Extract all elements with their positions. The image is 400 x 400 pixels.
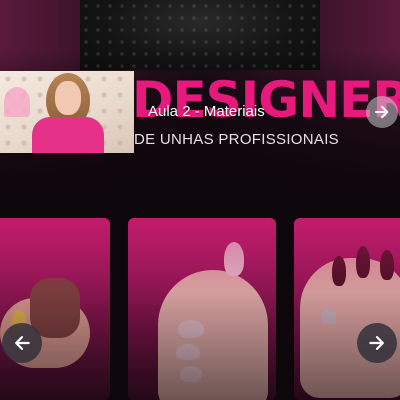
lesson-title[interactable]: Aula 2 - Materiais [148, 103, 265, 120]
carousel-prev-button[interactable] [2, 323, 42, 363]
lesson-card[interactable] [294, 218, 400, 400]
presenter-pink-top [32, 117, 104, 153]
lesson-card-shade [128, 218, 276, 400]
arrow-right-icon [373, 103, 391, 121]
pink-lamp [4, 87, 30, 117]
carousel-next-button[interactable] [357, 323, 397, 363]
lesson-card[interactable] [0, 218, 110, 400]
hero-title: DESIGNER [132, 71, 400, 129]
arrow-right-icon [367, 333, 387, 353]
hero-next-button[interactable] [366, 96, 398, 128]
lesson-card[interactable] [128, 218, 276, 400]
lesson-video-thumbnail[interactable] [0, 71, 134, 153]
lesson-card-shade [294, 218, 400, 400]
lesson-carousel [0, 218, 400, 400]
arrow-left-icon [12, 333, 32, 353]
hero-subtitle: DE UNHAS PROFISSIONAIS [134, 131, 339, 148]
presenter-face [55, 81, 81, 115]
lesson-card-shade [0, 218, 110, 400]
